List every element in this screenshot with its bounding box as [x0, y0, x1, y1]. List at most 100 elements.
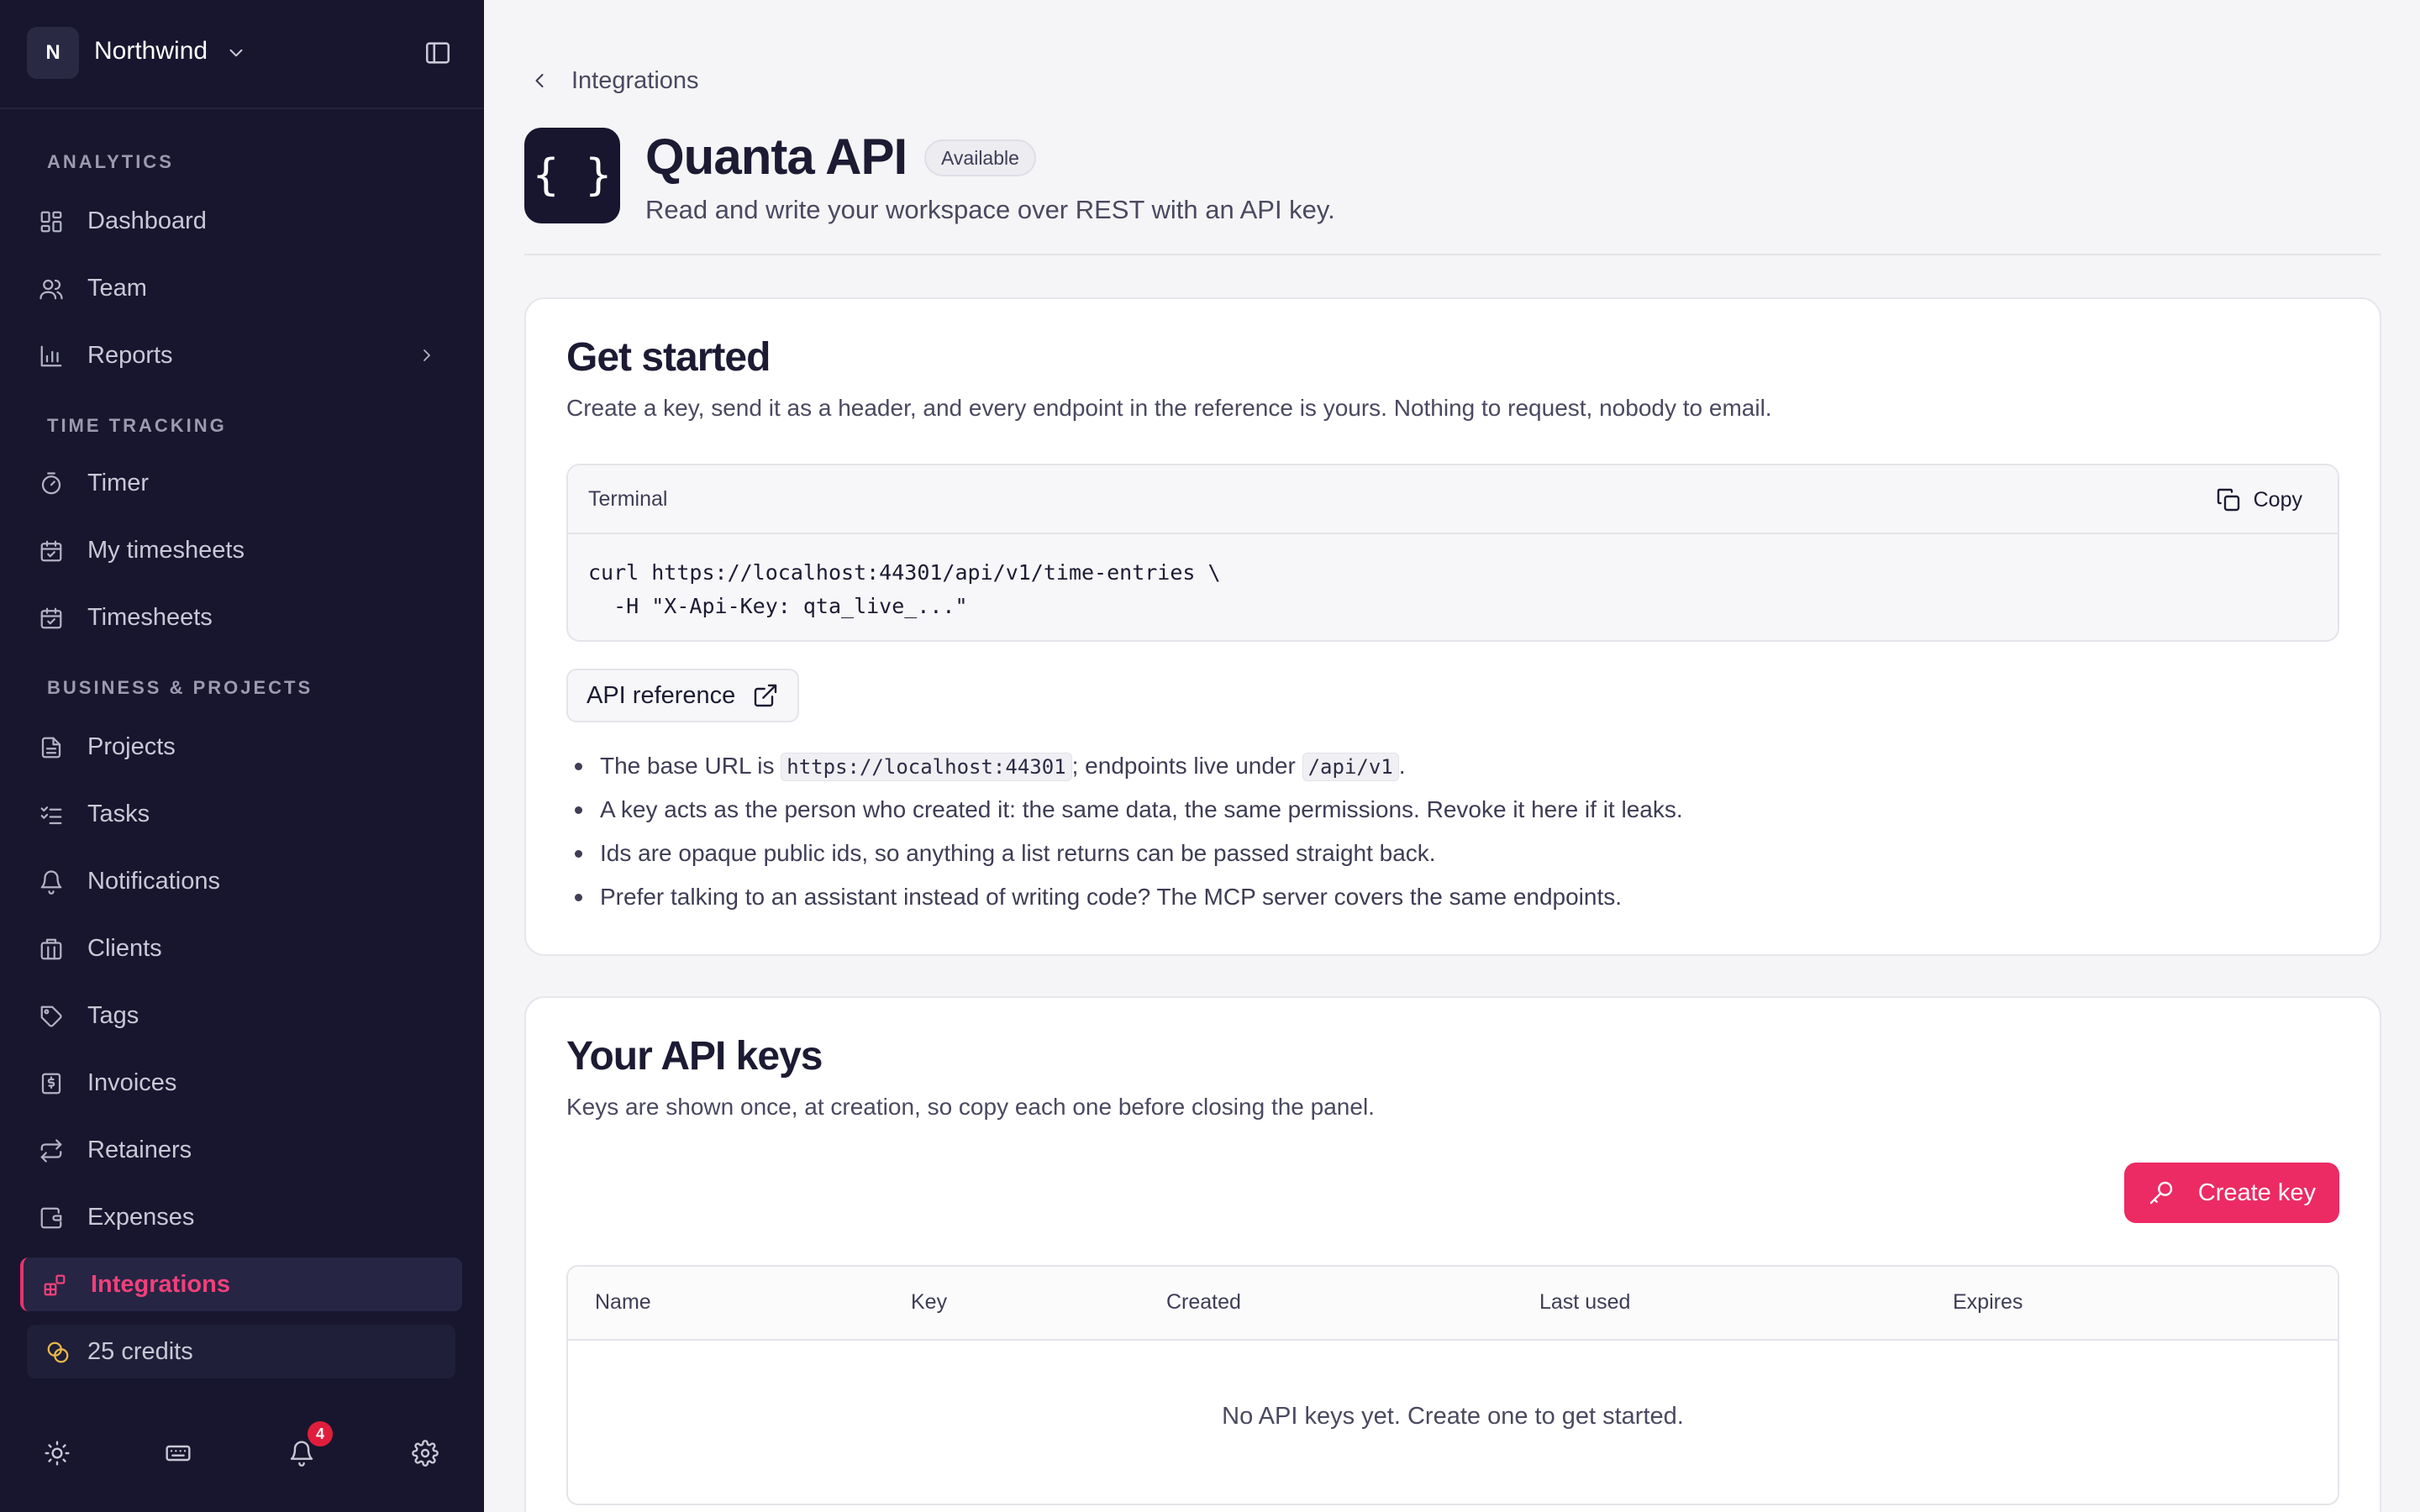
- create-key-button[interactable]: Create key: [2123, 1163, 2339, 1223]
- bell-icon[interactable]: [288, 1440, 315, 1467]
- sidebar-item-expenses[interactable]: Expenses: [20, 1190, 462, 1244]
- sidebar-item-label: Projects: [87, 732, 176, 760]
- code-line: curl https://localhost:44301/api/v1/time…: [588, 560, 1221, 585]
- sidebar-item-tags[interactable]: Tags: [20, 989, 462, 1042]
- copy-label: Copy: [2253, 487, 2302, 512]
- get-started-card: Get started Create a key, send it as a h…: [524, 297, 2381, 956]
- notification-count-badge: 4: [308, 1421, 333, 1446]
- sidebar-item-my-timesheets[interactable]: My timesheets: [20, 523, 462, 577]
- timer-icon: [41, 472, 61, 495]
- info-list: The base URL is https://localhost:44301;…: [566, 744, 2331, 919]
- column-header-expires: Expires: [1953, 1290, 2023, 1314]
- sidebar-item-label: My timesheets: [87, 536, 245, 564]
- code-line: -H "X-Api-Key: qta_live_...": [588, 594, 968, 618]
- copy-button[interactable]: Copy: [2215, 482, 2302, 517]
- sidebar-item-label: Team: [87, 274, 147, 302]
- sidebar-item-reports[interactable]: Reports: [20, 328, 462, 382]
- document-icon: [41, 737, 61, 759]
- terminal-block: Terminal Copy curl https://localhost:443…: [566, 464, 2339, 642]
- sidebar-item-retainers[interactable]: Retainers: [20, 1123, 462, 1177]
- list-item: A key acts as the person who created it:…: [566, 788, 2331, 832]
- sidebar: N Northwind ANALYTICS Dashboard Team Rep…: [0, 0, 484, 1512]
- get-started-description: Create a key, send it as a header, and e…: [566, 395, 1772, 421]
- column-header-last-used: Last used: [1539, 1290, 1631, 1314]
- code-snippet[interactable]: curl https://localhost:44301/api/v1/time…: [588, 556, 1221, 623]
- bullet-text: Ids are opaque public ids, so anything a…: [600, 840, 1436, 866]
- sidebar-item-integrations[interactable]: Integrations: [20, 1257, 462, 1311]
- sidebar-item-label: Notifications: [87, 867, 220, 895]
- external-link-icon: [755, 684, 777, 707]
- gear-icon[interactable]: [412, 1440, 439, 1467]
- page-title: Quanta API: [645, 129, 908, 185]
- sidebar-item-dashboard[interactable]: Dashboard: [20, 194, 462, 248]
- key-icon: [2149, 1181, 2172, 1205]
- breadcrumb[interactable]: Integrations: [571, 67, 699, 95]
- bullet-text: Prefer talking to an assistant instead o…: [600, 884, 1623, 910]
- theme-toggle-icon[interactable]: [44, 1440, 71, 1467]
- sidebar-item-clients[interactable]: Clients: [20, 921, 462, 975]
- list-item: Prefer talking to an assistant instead o…: [566, 875, 2331, 919]
- team-icon: [39, 279, 63, 300]
- building-icon: [40, 938, 62, 960]
- calendar-check-icon: [40, 540, 62, 562]
- checklist-icon: [40, 806, 62, 825]
- workspace-switcher[interactable]: N Northwind: [0, 0, 484, 109]
- integrations-icon: [44, 1274, 66, 1296]
- api-reference-button[interactable]: API reference: [566, 669, 800, 722]
- sidebar-item-invoices[interactable]: Invoices: [20, 1056, 462, 1110]
- list-item: The base URL is https://localhost:44301;…: [566, 744, 2331, 788]
- bullet-text: The base URL is: [600, 753, 775, 779]
- list-item: Ids are opaque public ids, so anything a…: [566, 832, 2331, 875]
- nav-section-analytics: ANALYTICS: [47, 151, 174, 172]
- api-keys-description: Keys are shown once, at creation, so cop…: [566, 1094, 1375, 1120]
- workspace-name: Northwind: [94, 37, 208, 65]
- chevron-right-icon: [424, 349, 430, 361]
- sidebar-item-label: Integrations: [91, 1270, 230, 1298]
- status-badge: Available: [924, 139, 1036, 176]
- app-logo: { }: [524, 128, 620, 223]
- get-started-title: Get started: [566, 335, 771, 380]
- chevron-down-icon: [229, 49, 243, 57]
- sidebar-item-tasks[interactable]: Tasks: [20, 787, 462, 841]
- sidebar-item-label: Timer: [87, 469, 150, 496]
- terminal-label: Terminal: [588, 487, 668, 511]
- chevron-left-icon[interactable]: [528, 69, 551, 92]
- keyboard-icon[interactable]: [165, 1440, 192, 1467]
- reports-icon: [40, 345, 62, 367]
- column-header-created: Created: [1166, 1290, 1241, 1314]
- sidebar-item-label: Reports: [87, 341, 173, 369]
- api-keys-card: Your API keys Keys are shown once, at cr…: [524, 996, 2381, 1512]
- bullet-text: .: [1398, 753, 1406, 779]
- sidebar-item-timesheets[interactable]: Timesheets: [20, 591, 462, 644]
- sidebar-item-notifications[interactable]: Notifications: [20, 854, 462, 908]
- table-header: Name Key Created Last used Expires: [568, 1267, 2338, 1341]
- sidebar-item-team[interactable]: Team: [20, 261, 462, 315]
- nav-section-time-tracking: TIME TRACKING: [47, 415, 227, 436]
- sidebar-item-projects[interactable]: Projects: [20, 720, 462, 774]
- sidebar-item-label: Retainers: [87, 1136, 192, 1163]
- bullet-text: A key acts as the person who created it:…: [600, 796, 1683, 822]
- sidebar-item-label: Expenses: [87, 1203, 195, 1231]
- nav-section-business-projects: BUSINESS & PROJECTS: [47, 677, 313, 698]
- coins-icon: [47, 1341, 69, 1363]
- sidebar-item-label: Timesheets: [87, 603, 213, 631]
- column-header-key: Key: [911, 1290, 948, 1314]
- credits-label: 25 credits: [87, 1337, 193, 1365]
- credits-balance[interactable]: 25 credits: [27, 1325, 455, 1378]
- sidebar-item-label: Dashboard: [87, 207, 207, 234]
- column-header-name: Name: [595, 1290, 651, 1314]
- divider: [524, 254, 2381, 255]
- copy-icon: [2217, 488, 2239, 512]
- api-keys-title: Your API keys: [566, 1034, 823, 1079]
- api-reference-label: API reference: [587, 681, 736, 709]
- calendar-check-icon: [40, 607, 62, 629]
- api-keys-table: Name Key Created Last used Expires No AP…: [566, 1265, 2339, 1505]
- sidebar-toggle-icon[interactable]: [424, 39, 452, 67]
- sidebar-item-label: Clients: [87, 934, 162, 962]
- sidebar-item-label: Tasks: [87, 800, 150, 827]
- create-key-label: Create key: [2197, 1179, 2316, 1206]
- sidebar-item-timer[interactable]: Timer: [20, 456, 462, 510]
- bullet-text: ; endpoints live under: [1071, 753, 1296, 779]
- page-subtitle: Read and write your workspace over REST …: [645, 195, 1335, 224]
- sidebar-item-label: Invoices: [87, 1068, 177, 1096]
